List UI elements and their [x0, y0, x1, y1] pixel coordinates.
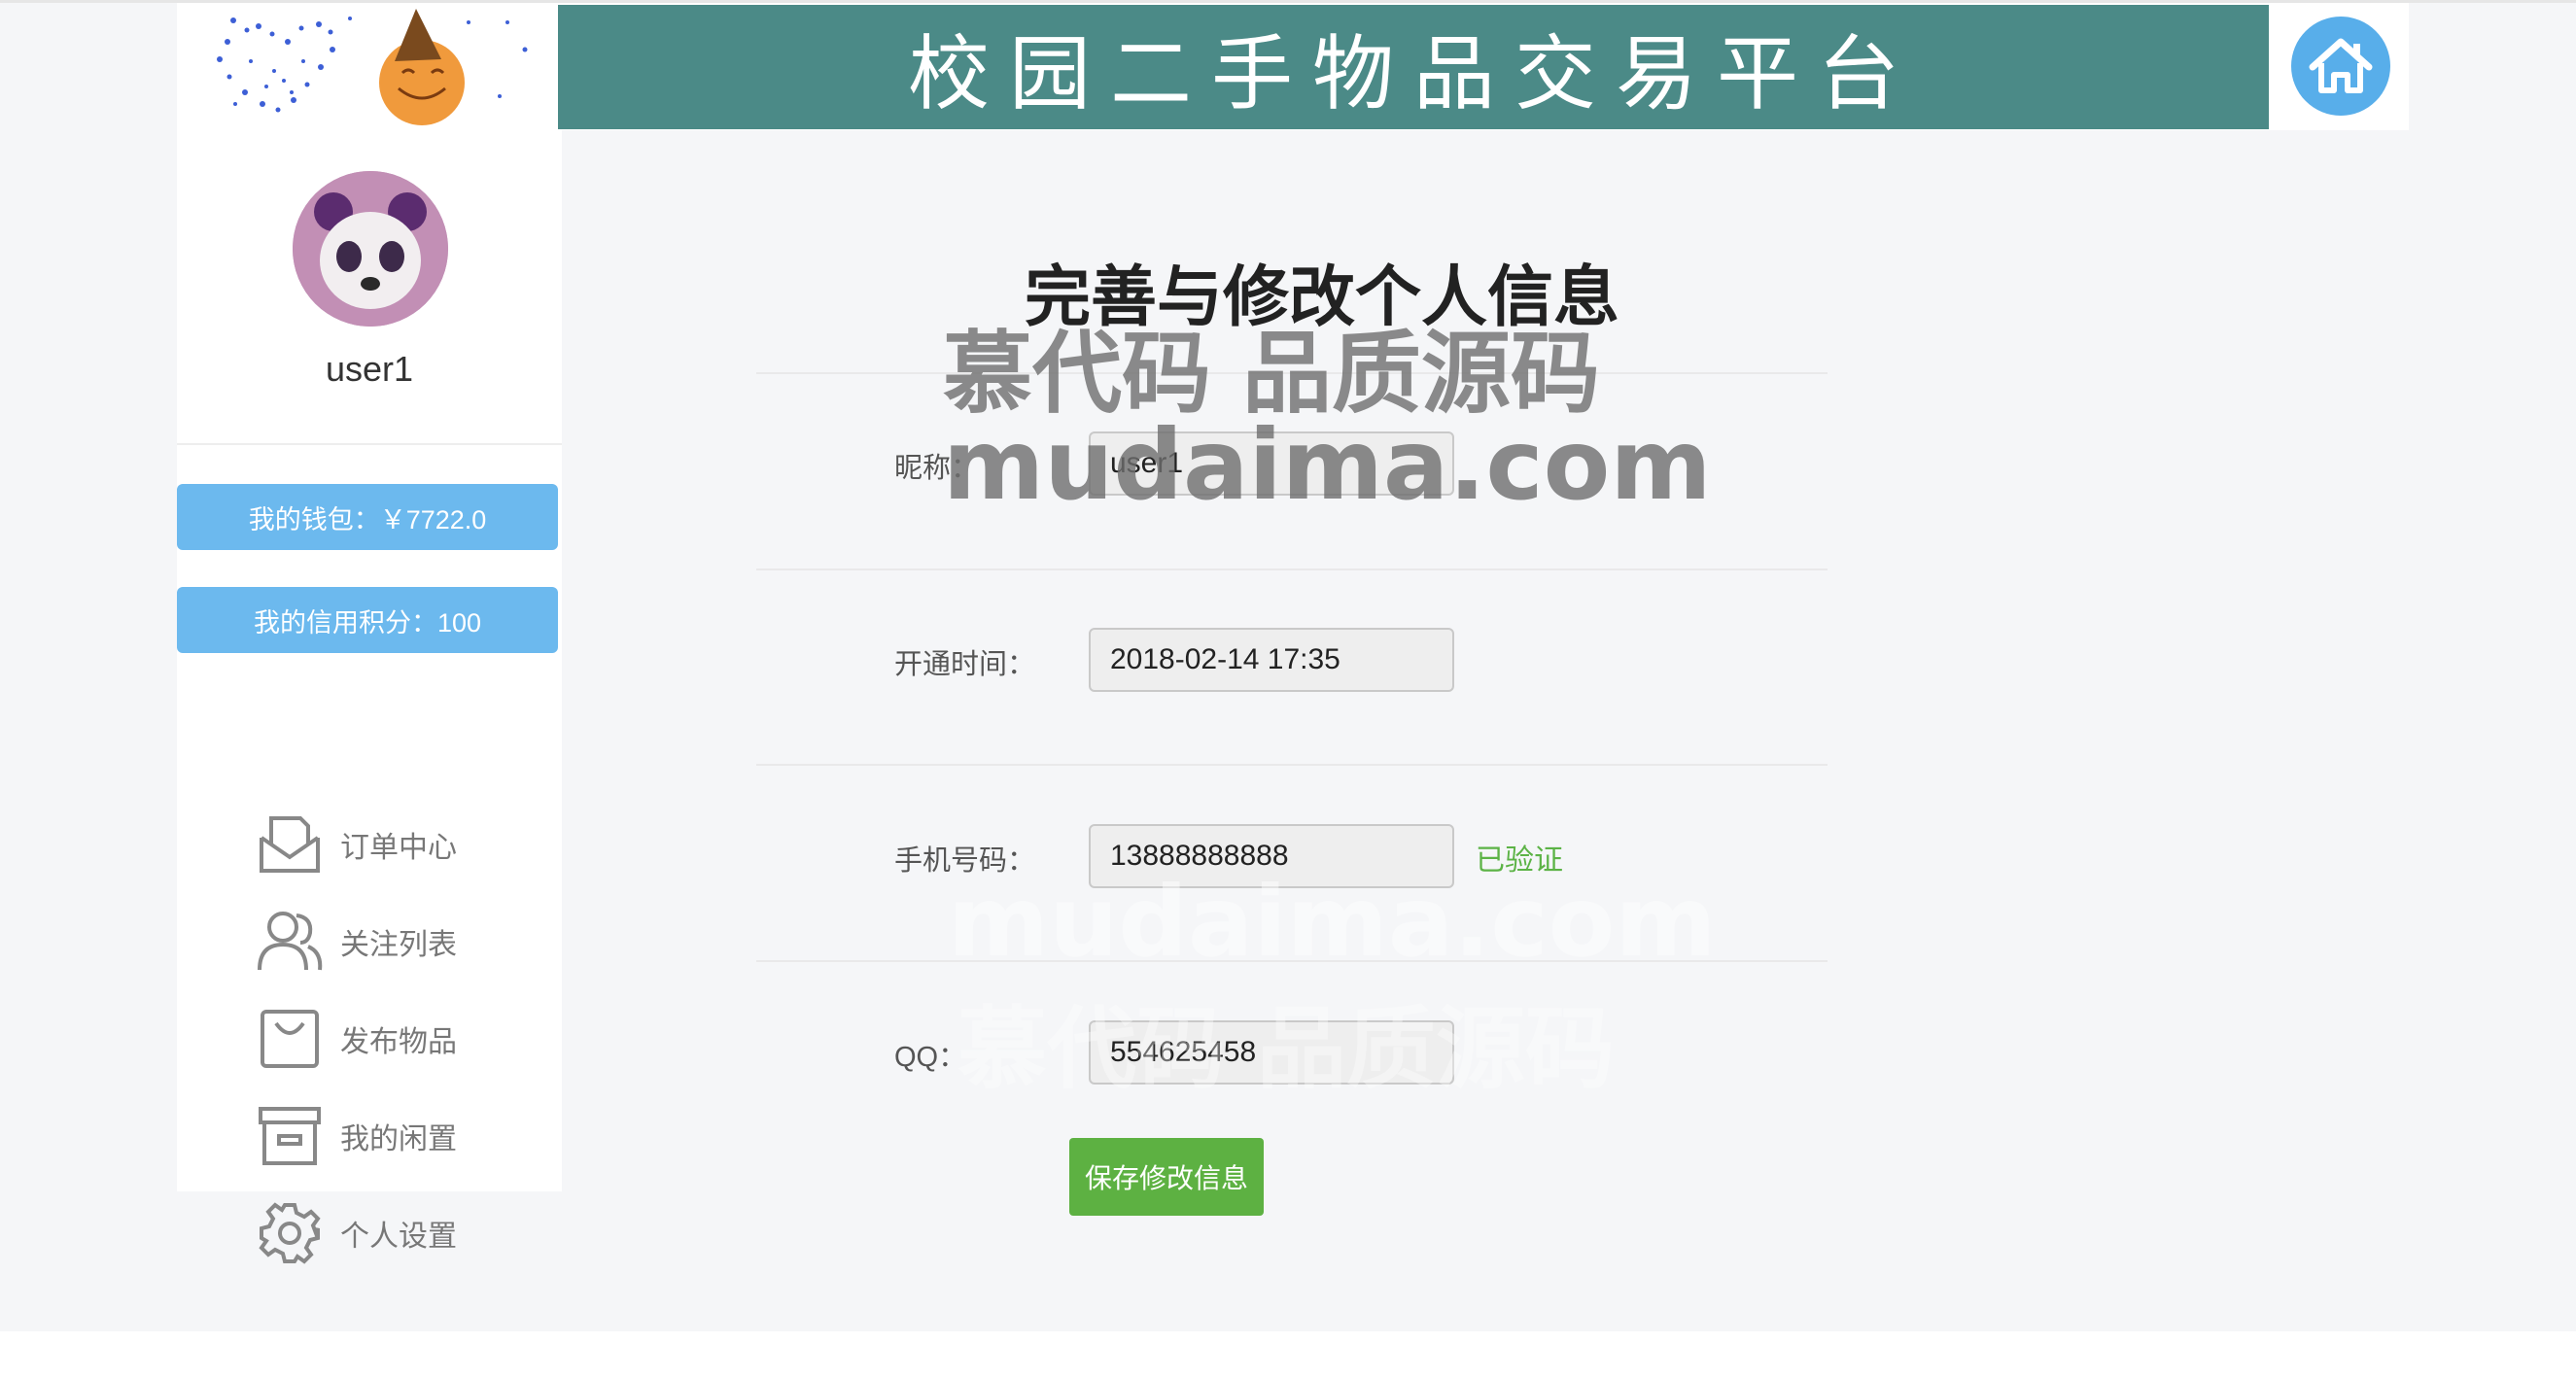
username: user1 [325, 349, 414, 389]
sidebar-item-label: 个人设置 [340, 1221, 457, 1253]
page-title: 完善与修改个人信息 [1024, 259, 1619, 336]
divider [756, 568, 1828, 570]
qq-label: QQ： [894, 1042, 967, 1073]
banner: 校园二手物品交易平台 [558, 5, 2269, 129]
avatar[interactable] [293, 171, 448, 327]
verified-status: 已验证 [1476, 844, 1563, 877]
divider [756, 764, 1828, 766]
sidebar-item-label: 订单中心 [340, 832, 457, 864]
save-button[interactable]: 保存修改信息 [1069, 1138, 1264, 1216]
wallet-button[interactable]: 我的钱包：￥7722.0 [177, 484, 558, 550]
divider [756, 372, 1828, 374]
bag-icon [255, 1005, 325, 1073]
phone-field[interactable] [1089, 824, 1454, 888]
sidebar-item-label: 关注列表 [340, 929, 457, 961]
open-time-label: 开通时间： [894, 649, 1036, 680]
users-icon [255, 908, 325, 976]
gear-icon [255, 1199, 325, 1267]
sidebar-item-orders[interactable]: 订单中心 [255, 810, 546, 878]
qq-field[interactable] [1089, 1020, 1454, 1085]
site-logo[interactable] [177, 3, 559, 130]
envelope-icon [255, 810, 325, 878]
open-time-field[interactable] [1089, 628, 1454, 692]
nickname-label: 昵称： [894, 453, 980, 484]
home-button[interactable] [2291, 17, 2390, 116]
nickname-field[interactable] [1089, 431, 1454, 496]
sidebar-item-my-idle[interactable]: 我的闲置 [255, 1102, 546, 1170]
sidebar-item-settings[interactable]: 个人设置 [255, 1199, 546, 1267]
site-title: 校园二手物品交易平台 [907, 25, 1919, 121]
phone-label: 手机号码： [894, 845, 1036, 877]
sidebar: user1 我的钱包：￥7722.0 我的信用积分：100 订单中心 关注列表 … [177, 130, 562, 1264]
divider [177, 443, 562, 445]
sidebar-item-label: 我的闲置 [340, 1123, 457, 1155]
sidebar-item-following[interactable]: 关注列表 [255, 908, 546, 976]
sidebar-item-label: 发布物品 [340, 1026, 457, 1058]
divider [756, 960, 1828, 962]
header: 校园二手物品交易平台 [177, 3, 2409, 130]
archive-box-icon [255, 1102, 325, 1170]
credit-score-button[interactable]: 我的信用积分：100 [177, 587, 558, 653]
home-icon [2309, 38, 2373, 93]
page-footer-band [0, 1331, 2576, 1378]
sidebar-item-publish[interactable]: 发布物品 [255, 1005, 546, 1073]
